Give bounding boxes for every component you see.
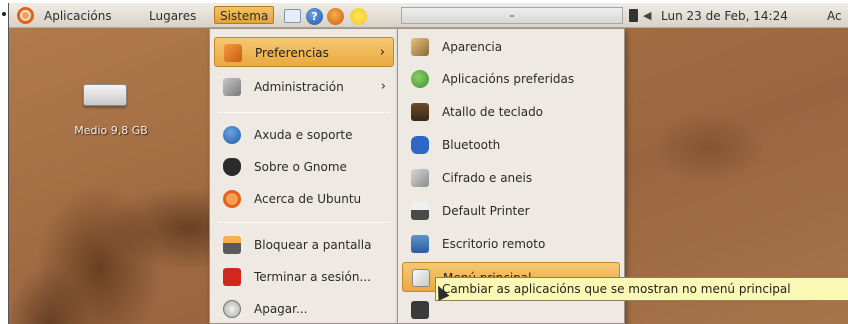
menu-item-aplicacions-preferidas[interactable]: Aplicacións preferidas	[402, 64, 620, 94]
shutdown-icon	[223, 300, 241, 318]
menu-item-sobre-gnome[interactable]: Sobre o Gnome	[214, 152, 394, 182]
drive-label[interactable]: Medio 9,8 GB	[61, 124, 161, 137]
main-menu-icon	[412, 269, 430, 287]
encryption-icon	[411, 169, 429, 187]
menu-item-terminar-sesion[interactable]: Terminar a sesión...	[214, 262, 394, 292]
menu-item-label: Cifrado e aneis	[442, 171, 533, 185]
menu-item-cifrado[interactable]: Cifrado e aneis	[402, 163, 620, 193]
menu-item-atallo-teclado[interactable]: Atallo de teclado	[402, 97, 620, 127]
logout-icon	[223, 268, 241, 286]
menu-item-label: Atallo de teclado	[442, 105, 544, 119]
menu-item-label: Aplicacións preferidas	[442, 72, 575, 86]
sistema-menu: Preferencias › Administración › Axuda e …	[209, 28, 399, 324]
preferred-apps-icon	[411, 70, 429, 88]
menu-item-default-printer[interactable]: Default Printer	[402, 196, 620, 226]
menu-item-label: Default Printer	[442, 204, 530, 218]
firefox-icon[interactable]	[327, 8, 344, 25]
top-panel: Aplicacións Lugares Sistema ? ◀ Lun 23 d…	[9, 3, 848, 28]
menu-item-bloquear[interactable]: Bloquear a pantalla	[214, 230, 394, 260]
menu-item-label: Aparencia	[442, 40, 503, 54]
gnome-foot-icon	[223, 158, 241, 176]
mail-icon[interactable]	[284, 9, 301, 23]
help-icon	[223, 126, 241, 144]
screenshot-frame: Medio 9,8 GB Aplicacións Lugares Sistema…	[8, 3, 848, 324]
preferences-icon	[224, 44, 242, 62]
menu-item-escritorio-remoto[interactable]: Escritorio remoto	[402, 229, 620, 259]
ubuntu-logo-icon[interactable]	[17, 7, 34, 24]
menu-item-label: Administración	[254, 80, 344, 94]
lock-screen-icon	[223, 236, 241, 254]
separator	[218, 112, 390, 113]
clock[interactable]: Lun 23 de Feb, 14:24	[661, 7, 788, 25]
menu-item-label: Escritorio remoto	[442, 237, 546, 251]
network-icon[interactable]	[629, 9, 638, 22]
monitor-icon	[411, 301, 429, 319]
window-list[interactable]	[401, 7, 623, 24]
administration-icon	[223, 78, 241, 96]
menu-lugares[interactable]: Lugares	[144, 7, 201, 25]
menu-item-label: Terminar a sesión...	[254, 270, 371, 284]
menu-item-label: Bluetooth	[442, 138, 501, 152]
menu-item-label: Bloquear a pantalla	[254, 238, 372, 252]
help-icon[interactable]: ?	[306, 8, 323, 25]
chevron-right-icon: ›	[380, 79, 386, 94]
menu-item-preferencias[interactable]: Preferencias ›	[214, 37, 394, 67]
menu-item-apagar[interactable]: Apagar...	[214, 294, 394, 324]
menu-item-bluetooth[interactable]: Bluetooth	[402, 130, 620, 160]
chevron-right-icon: ›	[379, 45, 385, 60]
printer-icon	[411, 202, 429, 220]
ubuntu-icon	[223, 190, 241, 208]
menu-item-label: Sobre o Gnome	[254, 160, 347, 174]
menu-item-axuda[interactable]: Axuda e soporte	[214, 120, 394, 150]
volume-icon[interactable]: ◀	[643, 9, 651, 22]
update-notifier-icon[interactable]	[350, 8, 367, 25]
menu-item-label: Axuda e soporte	[254, 128, 353, 142]
bluetooth-icon	[411, 136, 429, 154]
drive-icon[interactable]	[81, 80, 129, 106]
menu-item-label: Preferencias	[255, 46, 329, 60]
menu-aplicacions[interactable]: Aplicacións	[39, 7, 117, 25]
tooltip: Cambiar as aplicacións que se mostran no…	[435, 277, 848, 301]
menu-item-acerca-ubuntu[interactable]: Acerca de Ubuntu	[214, 184, 394, 214]
panel-user-menu[interactable]: Ac	[827, 7, 842, 25]
menu-item-aparencia[interactable]: Aparencia	[402, 32, 620, 62]
page-bullet	[2, 12, 6, 16]
separator	[218, 222, 390, 223]
menu-item-administracion[interactable]: Administración ›	[214, 72, 394, 102]
menu-item-label: Apagar...	[254, 302, 308, 316]
keyboard-icon	[411, 103, 429, 121]
appearance-icon	[411, 38, 429, 56]
menu-item-label: Acerca de Ubuntu	[254, 192, 362, 206]
remote-desktop-icon	[411, 235, 429, 253]
menu-sistema[interactable]: Sistema	[214, 6, 275, 24]
